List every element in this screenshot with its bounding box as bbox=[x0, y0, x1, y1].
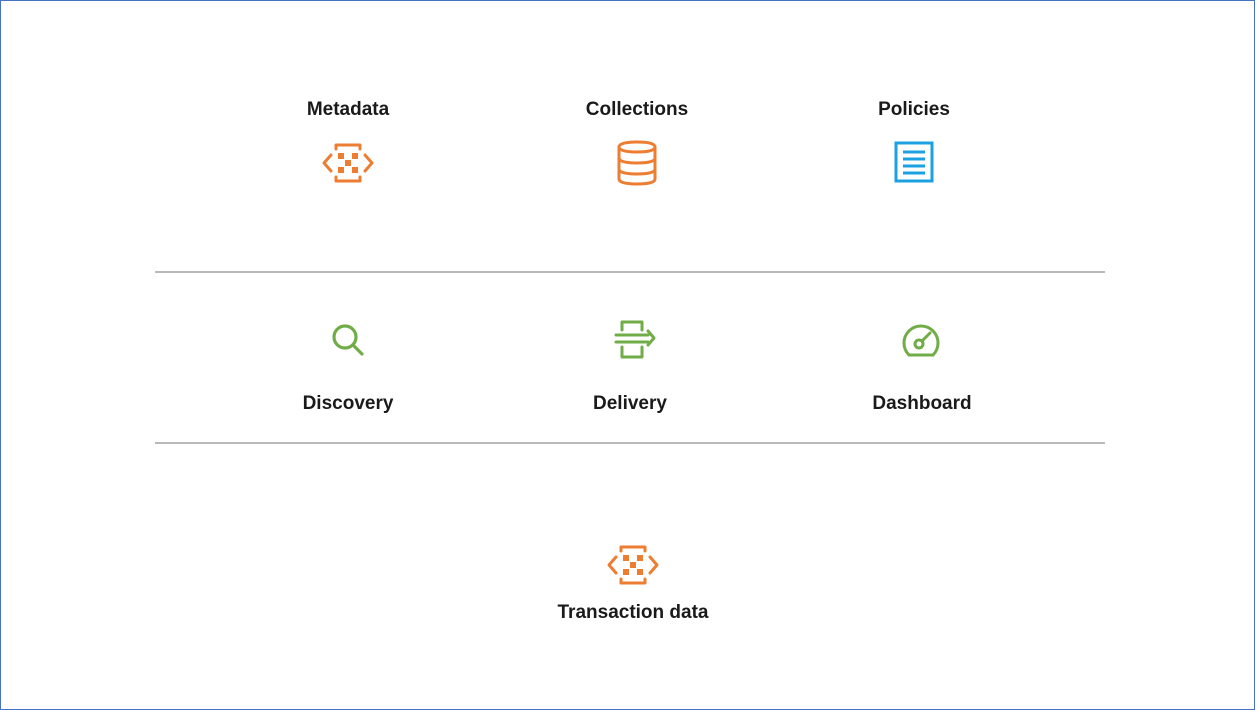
dashboard-label: Dashboard bbox=[872, 393, 972, 414]
transaction-code-icon bbox=[607, 545, 659, 585]
document-list-icon bbox=[894, 141, 934, 183]
discovery-label: Discovery bbox=[302, 393, 394, 414]
policies-label: Policies bbox=[878, 99, 950, 120]
database-icon bbox=[617, 140, 657, 186]
search-icon bbox=[332, 324, 364, 356]
divider-top bbox=[155, 271, 1105, 273]
divider-bottom bbox=[155, 442, 1105, 444]
metadata-label: Metadata bbox=[306, 99, 390, 120]
gauge-icon bbox=[902, 324, 940, 357]
collections-label: Collections bbox=[585, 99, 689, 120]
metadata-code-icon bbox=[322, 143, 374, 183]
delivery-label: Delivery bbox=[593, 393, 667, 414]
diagram-frame: Metadata Collections Policies Discovery … bbox=[0, 0, 1255, 710]
transaction-data-label: Transaction data bbox=[557, 602, 709, 623]
delivery-arrow-icon bbox=[614, 320, 656, 359]
